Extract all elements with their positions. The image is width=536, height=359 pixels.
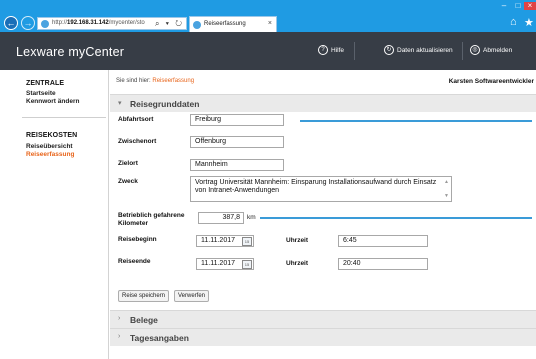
refresh-label: Daten aktualisieren (397, 47, 453, 54)
refresh-icon: ↻ (384, 45, 394, 56)
reisebeginn-time-input[interactable]: 6:45 (338, 235, 428, 247)
help-icon: ? (318, 45, 328, 56)
refresh-data-button[interactable]: ↻ Daten aktualisieren (384, 45, 453, 57)
browser-tab-reiseerfassung[interactable]: Reiseerfassung × (189, 16, 277, 32)
home-icon[interactable]: ⌂ (510, 16, 517, 28)
maximize-icon[interactable]: □ (512, 2, 524, 10)
reiseende-time-label: Uhrzeit (286, 260, 309, 267)
reisebeginn-time-label: Uhrzeit (286, 237, 309, 244)
header-divider (354, 42, 355, 60)
minimize-icon[interactable]: – (498, 2, 510, 10)
zielort-label: Zielort (118, 160, 138, 167)
abfahrtsort-label: Abfahrtsort (118, 116, 154, 123)
sidebar-section-reisekosten: REISEKOSTEN (26, 132, 78, 139)
sidebar-item-kennwort-aendern[interactable]: Kennwort ändern (26, 98, 79, 105)
save-trip-button[interactable]: Reise speichern (118, 290, 170, 302)
discard-button[interactable]: Verwerfen (174, 290, 210, 302)
breadcrumb-current[interactable]: Reiseerfassung (152, 78, 194, 84)
user-name: Karsten Softwareentwickler (448, 78, 534, 85)
sidebar-item-reiseuebersicht[interactable]: Reiseübersicht (26, 143, 73, 150)
reisebeginn-date-value: 11.11.2017 (201, 237, 235, 244)
scroll-down-icon[interactable]: ▼ (444, 192, 449, 200)
help-button[interactable]: ? Hilfe (318, 45, 344, 57)
chevron-right-icon: › (118, 315, 121, 322)
kilometer-unit: km (247, 214, 256, 221)
reiseende-time-input[interactable]: 20:40 (338, 258, 428, 270)
section-reisegrunddaten-header[interactable]: ▾ Reisegrunddaten (110, 94, 536, 112)
section-title: Reisegrunddaten (130, 99, 200, 109)
reiseende-label: Reiseende (118, 258, 151, 265)
scroll-up-icon[interactable]: ▲ (444, 178, 449, 186)
kilometer-label: Betrieblich gefahrene Kilometer (118, 212, 185, 227)
field-indicator-line (300, 120, 532, 122)
reisebeginn-label: Reisebeginn (118, 236, 157, 243)
kilometer-input[interactable]: 387,8 (198, 212, 244, 224)
zielort-input[interactable]: Mannheim (190, 159, 284, 171)
sidebar-divider (22, 117, 106, 118)
reiseende-date-value: 11.11.2017 (201, 260, 235, 267)
forward-arrow-icon[interactable]: → (21, 16, 35, 30)
favorites-star-icon[interactable]: ★ (524, 16, 534, 29)
logout-button[interactable]: ◎ Abmelden (470, 45, 512, 57)
breadcrumb-prefix: Sie sind hier: (116, 78, 151, 84)
close-window-icon[interactable]: × (524, 2, 536, 10)
sidebar-item-reiseerfassung[interactable]: Reiseerfassung (26, 151, 74, 158)
reisebeginn-date-input[interactable]: 11.11.2017 15 (196, 235, 254, 247)
zwischenort-input[interactable]: Offenburg (190, 136, 284, 148)
reisegrunddaten-form: Abfahrtsort Freiburg Zwischenort Offenbu… (110, 112, 536, 359)
section-tagesangaben-header[interactable]: › Tagesangaben (110, 328, 536, 346)
reiseende-date-input[interactable]: 11.11.2017 15 (196, 258, 254, 270)
section-title: Tagesangaben (130, 333, 189, 343)
address-url: http://192.168.31.142/mycenter/sto (52, 20, 145, 26)
chevron-right-icon: › (118, 333, 121, 340)
tab-favicon-icon (193, 21, 201, 29)
app-header: Lexware myCenter ? Hilfe ↻ Daten aktualisi… (0, 32, 536, 70)
app-title: Lexware myCenter (16, 45, 125, 59)
abfahrtsort-input[interactable]: Freiburg (190, 114, 284, 126)
address-actions-icons[interactable]: ⌕ ▾ ↻ (155, 19, 184, 29)
header-divider (462, 42, 463, 60)
zwischenort-label: Zwischenort (118, 138, 157, 145)
tab-title: Reiseerfassung (204, 21, 246, 27)
field-indicator-line (260, 217, 532, 219)
browser-chrome: – □ × ← → http://192.168.31.142/mycenter… (0, 0, 536, 32)
back-arrow-icon[interactable]: ← (4, 16, 18, 30)
sidebar: ZENTRALE Startseite Kennwort ändern REIS… (0, 70, 109, 359)
chevron-down-icon: ▾ (118, 100, 122, 107)
user-logout-icon: ◎ (470, 45, 480, 56)
address-bar[interactable]: http://192.168.31.142/mycenter/sto ⌕ ▾ ↻ (37, 17, 187, 30)
sidebar-item-startseite[interactable]: Startseite (26, 90, 56, 97)
logout-label: Abmelden (483, 47, 513, 54)
site-favicon-icon (41, 20, 49, 28)
zweck-label: Zweck (118, 178, 138, 185)
calendar-icon[interactable]: 15 (242, 260, 252, 269)
breadcrumb: Sie sind hier: Reiseerfassung (116, 78, 194, 84)
zweck-textarea[interactable]: Vortrag Universität Mannheim: Einsparung… (190, 176, 452, 202)
tab-close-icon[interactable]: × (268, 20, 272, 27)
sidebar-section-zentrale: ZENTRALE (26, 80, 65, 87)
zweck-text: Vortrag Universität Mannheim: Einsparung… (195, 179, 437, 194)
help-label: Hilfe (331, 47, 345, 54)
section-title: Belege (130, 315, 158, 325)
section-belege-header[interactable]: › Belege (110, 310, 536, 328)
calendar-icon[interactable]: 15 (242, 237, 252, 246)
main-content: Sie sind hier: Reiseerfassung Karsten So… (110, 70, 536, 359)
